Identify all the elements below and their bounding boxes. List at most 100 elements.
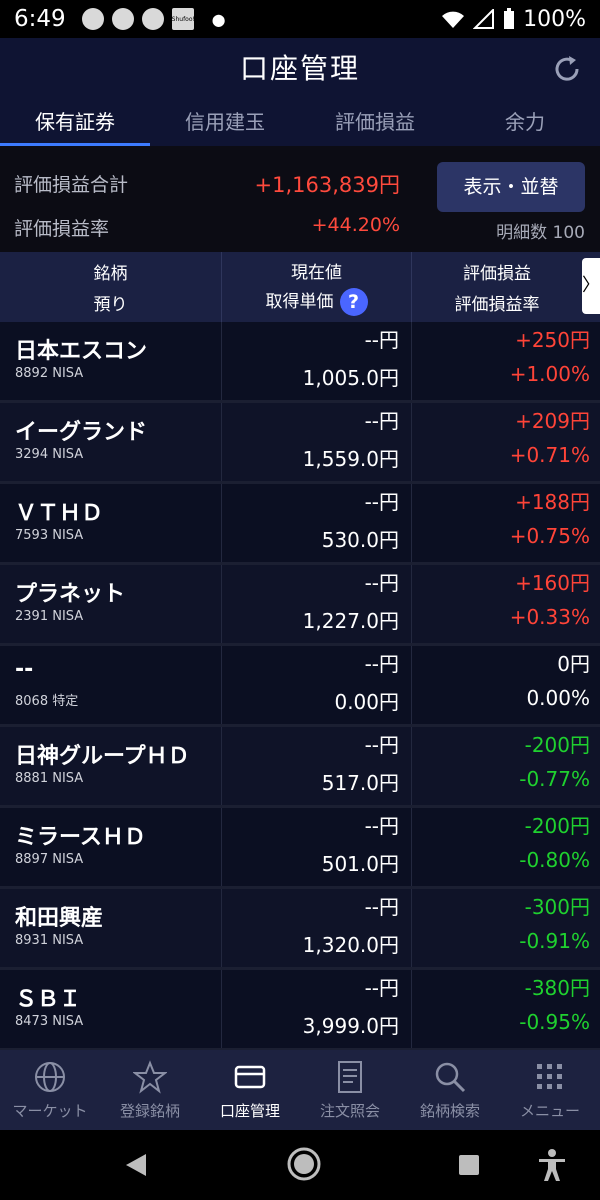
tab-buying-power[interactable]: 余力 [450, 100, 600, 146]
column-header-stock-name: 銘柄 [93, 264, 128, 284]
table-row[interactable]: ＶＴＨＤ 7593 NISA --円 530.0円 +188円 +0.75% [0, 484, 600, 565]
cost-price: 1,227.0円 [302, 609, 399, 633]
table-row[interactable]: 日本エスコン 8892 NISA --円 1,005.0円 +250円 +1.00% [0, 322, 600, 403]
status-right: 100% [441, 7, 586, 32]
pl-rate: +0.75% [509, 524, 590, 548]
column-header-pl[interactable]: 評価損益 評価損益率 [412, 252, 582, 322]
column-header-current-price: 現在値 [291, 263, 342, 283]
stock-code: 3294 NISA [15, 447, 84, 462]
pl-amount: +188円 [515, 490, 590, 514]
nav-watchlist-label: 登録銘柄 [119, 1101, 180, 1120]
notification-icon [141, 8, 164, 30]
column-header-pl-rate: 評価損益率 [454, 295, 540, 315]
refresh-icon[interactable] [550, 52, 584, 86]
stock-name: イーグランド [15, 420, 148, 445]
globe-icon [35, 1061, 65, 1092]
current-price: --円 [364, 409, 399, 433]
pl-amount: -300円 [524, 895, 590, 919]
table-row[interactable]: ミラースＨＤ 8897 NISA --円 501.0円 -200円 -0.80% [0, 808, 600, 889]
nav-account[interactable]: 口座管理 [200, 1050, 300, 1130]
total-pl-label: 評価損益合計 [14, 174, 129, 196]
stock-code: 8473 NISA [15, 1014, 84, 1029]
search-icon [435, 1062, 466, 1092]
column-header-stock[interactable]: 銘柄 預り [0, 252, 222, 322]
nav-market[interactable]: マーケット [0, 1050, 100, 1130]
pl-rate: -0.80% [519, 848, 590, 872]
pl-rate: -0.77% [519, 767, 590, 791]
current-price: --円 [364, 652, 399, 676]
current-price: --円 [364, 895, 399, 919]
current-price: --円 [364, 814, 399, 838]
pl-rate: 0.00% [526, 686, 590, 710]
summary-panel: 評価損益合計 +1,163,839円 評価損益率 +44.20% 表示・並替 明… [0, 146, 600, 252]
nav-market-label: マーケット [12, 1101, 88, 1120]
pl-amount: -200円 [524, 733, 590, 757]
current-price: --円 [364, 733, 399, 757]
star-icon [133, 1059, 167, 1094]
stock-name: ＶＴＨＤ [15, 501, 104, 526]
column-header-custody: 預り [93, 295, 128, 315]
pl-rate: -0.95% [519, 1010, 590, 1034]
table-header: 銘柄 預り 現在値 取得単価? 評価損益 評価損益率 [0, 252, 600, 322]
bottom-navigation: マーケット 登録銘柄 口座管理 注文照会 銘柄検索 メニュー [0, 1050, 600, 1130]
stock-name: -- [15, 657, 34, 682]
cost-price: 1,320.0円 [302, 933, 399, 957]
cost-price: 501.0円 [321, 852, 399, 876]
nav-orders[interactable]: 注文照会 [300, 1050, 400, 1130]
tab-profit-loss[interactable]: 評価損益 [300, 100, 450, 146]
back-icon[interactable] [124, 1152, 148, 1178]
tab-bar: 保有証券 信用建玉 評価損益 余力 [0, 100, 600, 146]
table-row[interactable]: プラネット 2391 NISA --円 1,227.0円 +160円 +0.33% [0, 565, 600, 646]
detail-count: 明細数 100 [496, 223, 585, 243]
app-header: 口座管理 [0, 38, 600, 100]
notification-icons: Shufoo! ● [81, 8, 226, 30]
current-price: --円 [364, 490, 399, 514]
stock-code: 2391 NISA [15, 609, 84, 624]
stock-code: 8897 NISA [15, 852, 84, 867]
pl-amount: 0円 [557, 652, 590, 676]
cost-price: 3,999.0円 [302, 1014, 399, 1038]
column-header-cost-price: 取得単価? [266, 287, 368, 316]
stock-name: ミラースＨＤ [15, 825, 146, 850]
cost-price: 1,559.0円 [302, 447, 399, 471]
table-row[interactable]: -- 8068 特定 --円 0.00円 0円 0.00% [0, 646, 600, 727]
cost-price: 517.0円 [321, 771, 399, 795]
battery-icon [504, 8, 515, 29]
nav-search[interactable]: 銘柄検索 [400, 1050, 500, 1130]
table-row[interactable]: 日神グループＨＤ 8881 NISA --円 517.0円 -200円 -0.77% [0, 727, 600, 808]
pl-rate: +0.71% [509, 443, 590, 467]
pl-rate: +0.33% [509, 605, 590, 629]
chevron-right-icon[interactable]: 〉 [582, 258, 600, 314]
tab-margin-positions[interactable]: 信用建玉 [150, 100, 300, 146]
pl-amount: +209円 [515, 409, 590, 433]
pl-amount: +160円 [515, 571, 590, 595]
battery-percentage: 100% [523, 6, 586, 32]
home-icon[interactable] [286, 1146, 322, 1182]
accessibility-icon[interactable] [537, 1148, 567, 1182]
table-row[interactable]: イーグランド 3294 NISA --円 1,559.0円 +209円 +0.71% [0, 403, 600, 484]
display-sort-button[interactable]: 表示・並替 [437, 162, 585, 212]
more-notifications-dot: ● [211, 9, 226, 29]
pl-rate: -0.91% [519, 929, 590, 953]
shufoo-notification-icon: Shufoo! [171, 8, 195, 30]
tab-holdings[interactable]: 保有証券 [0, 100, 150, 146]
pl-amount: -200円 [524, 814, 590, 838]
recent-apps-icon[interactable] [458, 1154, 480, 1176]
notification-icon [81, 8, 104, 30]
status-bar: 6:49 Shufoo! ● 100% [0, 0, 600, 38]
grid-icon [537, 1063, 562, 1089]
table-row[interactable]: ＳＢＩ 8473 NISA --円 3,999.0円 -380円 -0.95% [0, 970, 600, 1051]
help-icon[interactable]: ? [339, 288, 368, 316]
nav-watchlist[interactable]: 登録銘柄 [100, 1050, 200, 1130]
stock-name: 日本エスコン [15, 339, 148, 364]
pl-amount: +250円 [515, 328, 590, 352]
stock-code: 8881 NISA [15, 771, 84, 786]
nav-orders-label: 注文照会 [319, 1101, 380, 1120]
table-row[interactable]: 和田興産 8931 NISA --円 1,320.0円 -300円 -0.91% [0, 889, 600, 970]
cost-price: 530.0円 [321, 528, 399, 552]
holdings-list: 日本エスコン 8892 NISA --円 1,005.0円 +250円 +1.00% … [0, 322, 600, 1051]
document-icon [338, 1060, 362, 1093]
column-header-price[interactable]: 現在値 取得単価? [222, 252, 412, 322]
current-price: --円 [364, 976, 399, 1000]
nav-menu[interactable]: メニュー [500, 1050, 600, 1130]
